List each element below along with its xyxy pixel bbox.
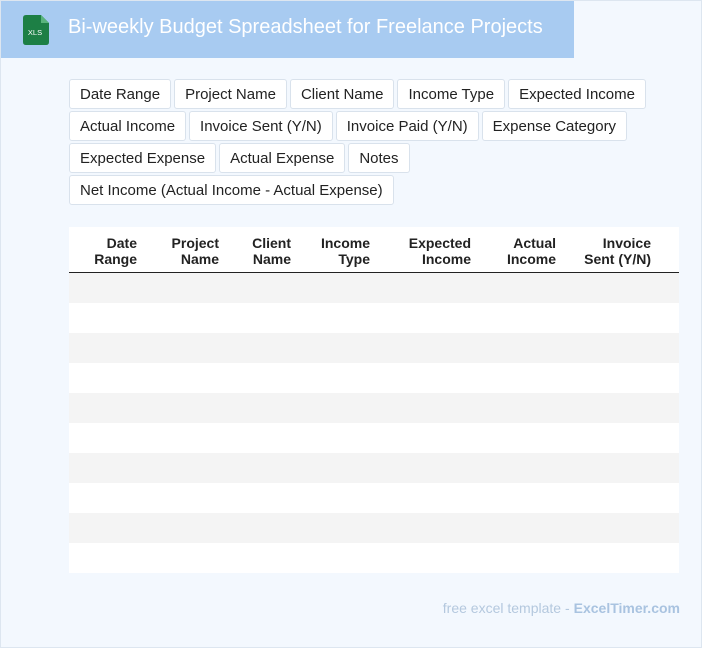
table-row[interactable] xyxy=(69,273,679,303)
page-title: Bi-weekly Budget Spreadsheet for Freelan… xyxy=(68,16,543,38)
table-row[interactable] xyxy=(69,423,679,453)
column-header-line: Name xyxy=(180,251,219,267)
column-header-line: Type xyxy=(338,251,370,267)
field-tag: Net Income (Actual Income - Actual Expen… xyxy=(69,175,394,205)
column-header-line: Expected xyxy=(408,235,471,251)
column-header-line: Actual xyxy=(513,235,556,251)
column-header-line: Project xyxy=(171,235,219,251)
xls-file-icon: XLS xyxy=(23,15,49,45)
field-tag: Actual Expense xyxy=(219,143,346,173)
table-row[interactable] xyxy=(69,333,679,363)
column-header-line: Client xyxy=(252,235,291,251)
budget-table: Date Range Project Name Client Name Income Type… xyxy=(69,227,679,573)
column-header-line: Income xyxy=(421,251,471,267)
column-header-line: Name xyxy=(252,251,291,267)
table-row[interactable] xyxy=(69,393,679,423)
footer-text: free excel template - xyxy=(442,600,570,616)
title-banner: XLS Bi-weekly Budget Spreadsheet for Fre… xyxy=(1,1,574,58)
column-header: Actual Income xyxy=(471,227,556,272)
field-tag: Income Type xyxy=(397,79,506,109)
field-tag: Client Name xyxy=(289,79,395,109)
field-tag: Notes xyxy=(348,143,410,173)
table-row[interactable] xyxy=(69,303,679,333)
column-header: Income Type xyxy=(291,227,370,272)
field-tag: Expected Expense xyxy=(69,143,217,173)
column-header: Project Name xyxy=(137,227,219,272)
table-body xyxy=(69,273,679,573)
table-row[interactable] xyxy=(69,483,679,513)
table-row[interactable] xyxy=(69,543,679,573)
field-tag-list: Date Range Project Name Client Name Income … xyxy=(69,79,669,205)
table-row[interactable] xyxy=(69,513,679,543)
field-tag: Invoice Paid (Y/N) xyxy=(335,111,479,141)
field-tag: Invoice Sent (Y/N) xyxy=(189,111,333,141)
field-tag: Expected Income xyxy=(508,79,646,109)
column-header-line: Income xyxy=(506,251,556,267)
column-header-line: Range xyxy=(94,251,137,267)
table-row[interactable] xyxy=(69,363,679,393)
column-header-line: Invoice xyxy=(602,235,651,251)
column-header-line: Income xyxy=(320,235,370,251)
column-header: Date Range xyxy=(69,227,137,272)
field-tag: Actual Income xyxy=(69,111,187,141)
column-header-line: Date xyxy=(106,235,137,251)
table-row[interactable] xyxy=(69,453,679,483)
column-header: Invoice Sent (Y/N) xyxy=(556,227,651,272)
field-tag: Project Name xyxy=(174,79,287,109)
footer-brand-link[interactable]: ExcelTimer.com xyxy=(574,600,680,616)
column-header: Expected Income xyxy=(370,227,471,272)
footer: free excel template - ExcelTimer.com xyxy=(443,600,680,616)
column-header-line: Sent (Y/N) xyxy=(584,251,651,267)
field-tag: Date Range xyxy=(69,79,172,109)
column-header: Client Name xyxy=(219,227,291,272)
xls-icon-label: XLS xyxy=(28,28,42,37)
field-tag: Expense Category xyxy=(481,111,628,141)
table-header: Date Range Project Name Client Name Income Type… xyxy=(69,227,679,273)
